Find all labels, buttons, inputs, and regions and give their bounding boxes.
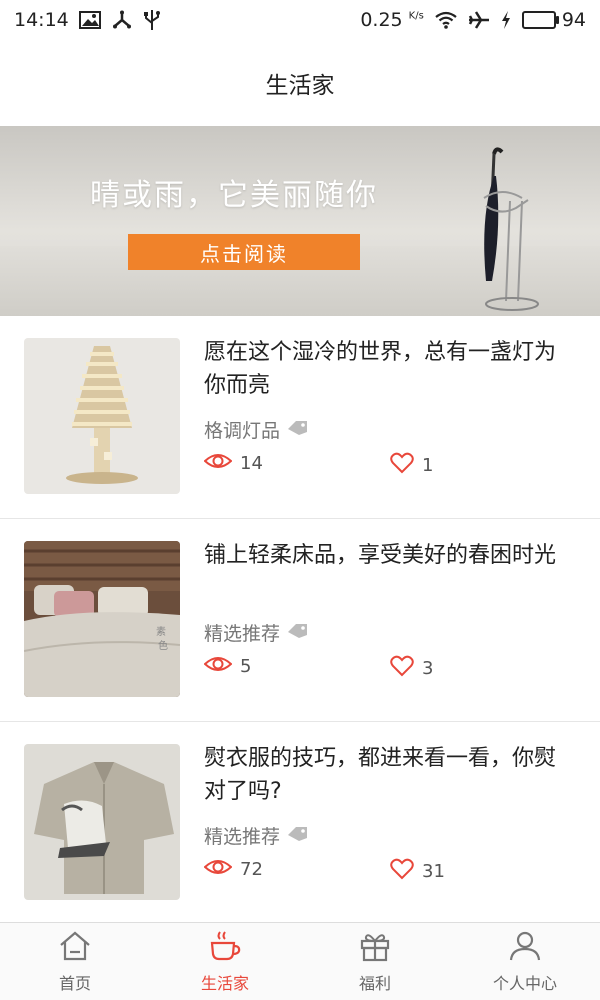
banner[interactable]: 晴或雨，它美丽随你 点击阅读 — [0, 126, 600, 316]
net-speed: 0.25 K/s — [360, 9, 424, 31]
tag-label: 精选推荐 — [204, 826, 281, 848]
airplane-icon — [468, 10, 490, 30]
battery-percent: 94 — [561, 9, 586, 31]
like-button[interactable]: 3 — [390, 655, 433, 682]
like-button[interactable]: 31 — [390, 858, 445, 885]
tab-life[interactable]: 生活家 — [150, 923, 300, 1000]
like-button[interactable]: 1 — [390, 452, 433, 479]
article-tag[interactable]: 格调灯品 — [204, 416, 308, 443]
tag-icon — [286, 419, 308, 441]
view-count: 72 — [203, 858, 263, 881]
view-count-value: 72 — [240, 859, 263, 880]
article-thumbnail-lamp — [24, 338, 180, 494]
thumb-caption-1: 素 — [156, 627, 166, 638]
article-list: 愿在这个湿冷的世界，总有一盏灯为你而亮 格调灯品 14 1 素 色 铺上轻柔床品… — [0, 316, 600, 925]
share-icon — [111, 10, 133, 30]
thumb-caption-2: 色 — [158, 641, 168, 652]
article-stats: 14 1 — [203, 452, 576, 480]
status-right: 0.25 K/s 94 — [360, 9, 586, 31]
article-thumbnail-iron — [24, 744, 180, 900]
user-icon — [508, 930, 542, 966]
tab-profile[interactable]: 个人中心 — [450, 923, 600, 1000]
tab-label: 生活家 — [200, 973, 249, 993]
tab-welfare[interactable]: 福利 — [300, 923, 450, 1000]
article-title[interactable]: 熨衣服的技巧，都进来看一看，你熨对了吗? — [204, 742, 576, 808]
eye-icon — [203, 655, 233, 678]
bottom-tab-bar: 首页 生活家 福利 个人中心 — [0, 922, 600, 1000]
article-stats: 5 3 — [203, 655, 576, 683]
heart-icon — [390, 858, 414, 885]
tab-label: 福利 — [358, 973, 391, 993]
status-bar: 14:14 0.25 K/s 94 — [0, 0, 600, 40]
view-count: 5 — [203, 655, 252, 678]
view-count-value: 5 — [240, 656, 252, 677]
article-card[interactable]: 愿在这个湿冷的世界，总有一盏灯为你而亮 格调灯品 14 1 — [0, 316, 600, 519]
banner-headline: 晴或雨，它美丽随你 — [90, 178, 378, 213]
like-count-value: 1 — [422, 455, 434, 476]
tab-label: 个人中心 — [492, 973, 557, 993]
home-icon — [58, 930, 92, 966]
eye-icon — [203, 858, 233, 881]
gift-icon — [358, 930, 392, 966]
tab-home[interactable]: 首页 — [0, 923, 150, 1000]
battery-icon: 94 — [521, 9, 586, 31]
view-count-value: 14 — [240, 453, 263, 474]
tag-label: 精选推荐 — [204, 623, 281, 645]
tag-label: 格调灯品 — [204, 420, 281, 442]
article-card[interactable]: 熨衣服的技巧，都进来看一看，你熨对了吗? 精选推荐 72 31 — [0, 722, 600, 925]
umbrella-illustration — [483, 147, 539, 311]
eye-icon — [203, 452, 233, 475]
title-bar: 生活家 — [0, 40, 600, 126]
article-thumbnail-bed: 素 色 — [24, 541, 180, 697]
status-left: 14:14 — [14, 9, 161, 31]
image-icon — [78, 11, 101, 29]
heart-icon — [390, 452, 414, 479]
article-stats: 72 31 — [203, 858, 576, 886]
article-tag[interactable]: 精选推荐 — [204, 619, 308, 646]
page-title: 生活家 — [265, 73, 335, 99]
usb-icon — [143, 9, 161, 31]
like-count-value: 31 — [422, 861, 445, 882]
article-tag[interactable]: 精选推荐 — [204, 822, 308, 849]
article-title[interactable]: 铺上轻柔床品，享受美好的春困时光 — [204, 539, 576, 572]
heart-icon — [390, 655, 414, 682]
view-count: 14 — [203, 452, 263, 475]
charging-icon — [500, 10, 512, 30]
like-count-value: 3 — [422, 658, 434, 679]
wifi-icon — [434, 11, 458, 29]
tag-icon — [286, 825, 308, 847]
status-time: 14:14 — [14, 9, 69, 31]
read-button[interactable]: 点击阅读 — [128, 234, 360, 270]
article-title[interactable]: 愿在这个湿冷的世界，总有一盏灯为你而亮 — [204, 336, 576, 402]
cup-icon — [208, 930, 242, 966]
article-card[interactable]: 素 色 铺上轻柔床品，享受美好的春困时光 精选推荐 5 3 — [0, 519, 600, 722]
tag-icon — [286, 622, 308, 644]
tab-label: 首页 — [58, 973, 91, 993]
